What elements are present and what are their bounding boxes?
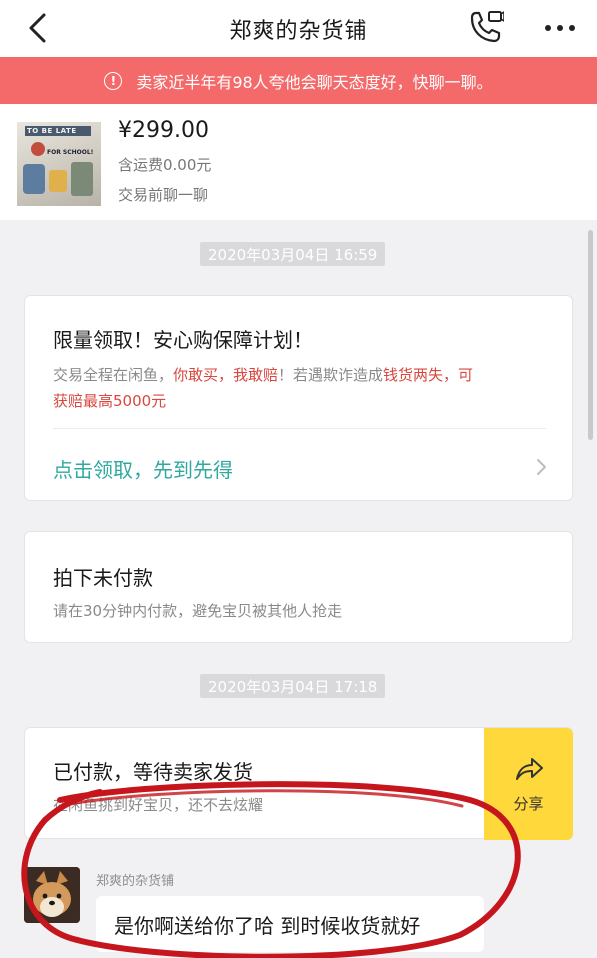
share-icon (515, 757, 543, 780)
dog-avatar-icon (24, 867, 80, 923)
chat-before-trade: 交易前聊一聊 (118, 186, 209, 204)
phone-button[interactable] (464, 9, 505, 47)
chevron-left-icon (29, 13, 46, 43)
protection-title: 限量领取！安心购保障计划！ (53, 328, 313, 352)
thumb-caption-bottom: FOR SCHOOL! (47, 149, 94, 156)
share-label: 分享 (513, 794, 544, 813)
page-title: 郑爽的杂货铺 (229, 18, 368, 44)
unpaid-status-card: 拍下未付款 请在30分钟内付款，避免宝贝被其他人抢走 (24, 531, 573, 643)
protection-description: 交易全程在闲鱼，你敢买，我敢赔！若遇欺诈造成钱货两失，可 获赔最高5000元 (53, 366, 474, 410)
notice-banner[interactable]: ! 卖家近半年有98人夸他会聊天态度好，快聊一聊。 (0, 57, 597, 104)
shipping-fee: 含运费0.00元 (118, 156, 212, 174)
top-nav-bar: 郑爽的杂货铺 (0, 0, 597, 57)
more-dots-icon (545, 25, 575, 31)
share-button[interactable]: 分享 (484, 728, 573, 840)
timestamp-2: 2020年03月04日 17:18 (200, 674, 386, 698)
notice-text: 卖家近半年有98人夸他会聊天态度好，快聊一聊。 (136, 72, 493, 92)
paid-subtitle: 在闲鱼挑到好宝贝，还不去炫耀 (53, 796, 264, 814)
chat-bubble[interactable]: 是你啊送给你了哈 到时候收货就好 (96, 896, 484, 952)
unpaid-title: 拍下未付款 (53, 566, 153, 590)
chevron-right-icon[interactable] (535, 458, 547, 476)
phone-icon (470, 10, 505, 43)
divider (53, 428, 546, 429)
back-button[interactable] (22, 10, 58, 46)
sender-name: 郑爽的杂货铺 (96, 874, 175, 889)
claim-link[interactable]: 点击领取，先到先得 (53, 454, 233, 483)
product-thumbnail[interactable]: TO BE LATE FOR SCHOOL! (17, 122, 101, 206)
more-button[interactable] (540, 14, 580, 42)
timestamp-1: 2020年03月04日 16:59 (200, 242, 386, 266)
unpaid-subtitle: 请在30分钟内付款，避免宝贝被其他人抢走 (53, 602, 343, 620)
protection-plan-card: 限量领取！安心购保障计划！ 交易全程在闲鱼，你敢买，我敢赔！若遇欺诈造成钱货两失… (24, 295, 573, 501)
product-price: ¥299.00 (118, 118, 209, 143)
avatar[interactable] (24, 867, 80, 923)
product-summary[interactable]: TO BE LATE FOR SCHOOL! (0, 104, 597, 220)
thumb-caption-top: TO BE LATE (27, 127, 77, 135)
chat-message: 是你啊送给你了哈 到时候收货就好 (114, 913, 421, 938)
info-icon: ! (104, 71, 123, 90)
paid-title: 已付款，等待卖家发货 (53, 760, 253, 784)
scrollbar[interactable] (588, 230, 593, 440)
